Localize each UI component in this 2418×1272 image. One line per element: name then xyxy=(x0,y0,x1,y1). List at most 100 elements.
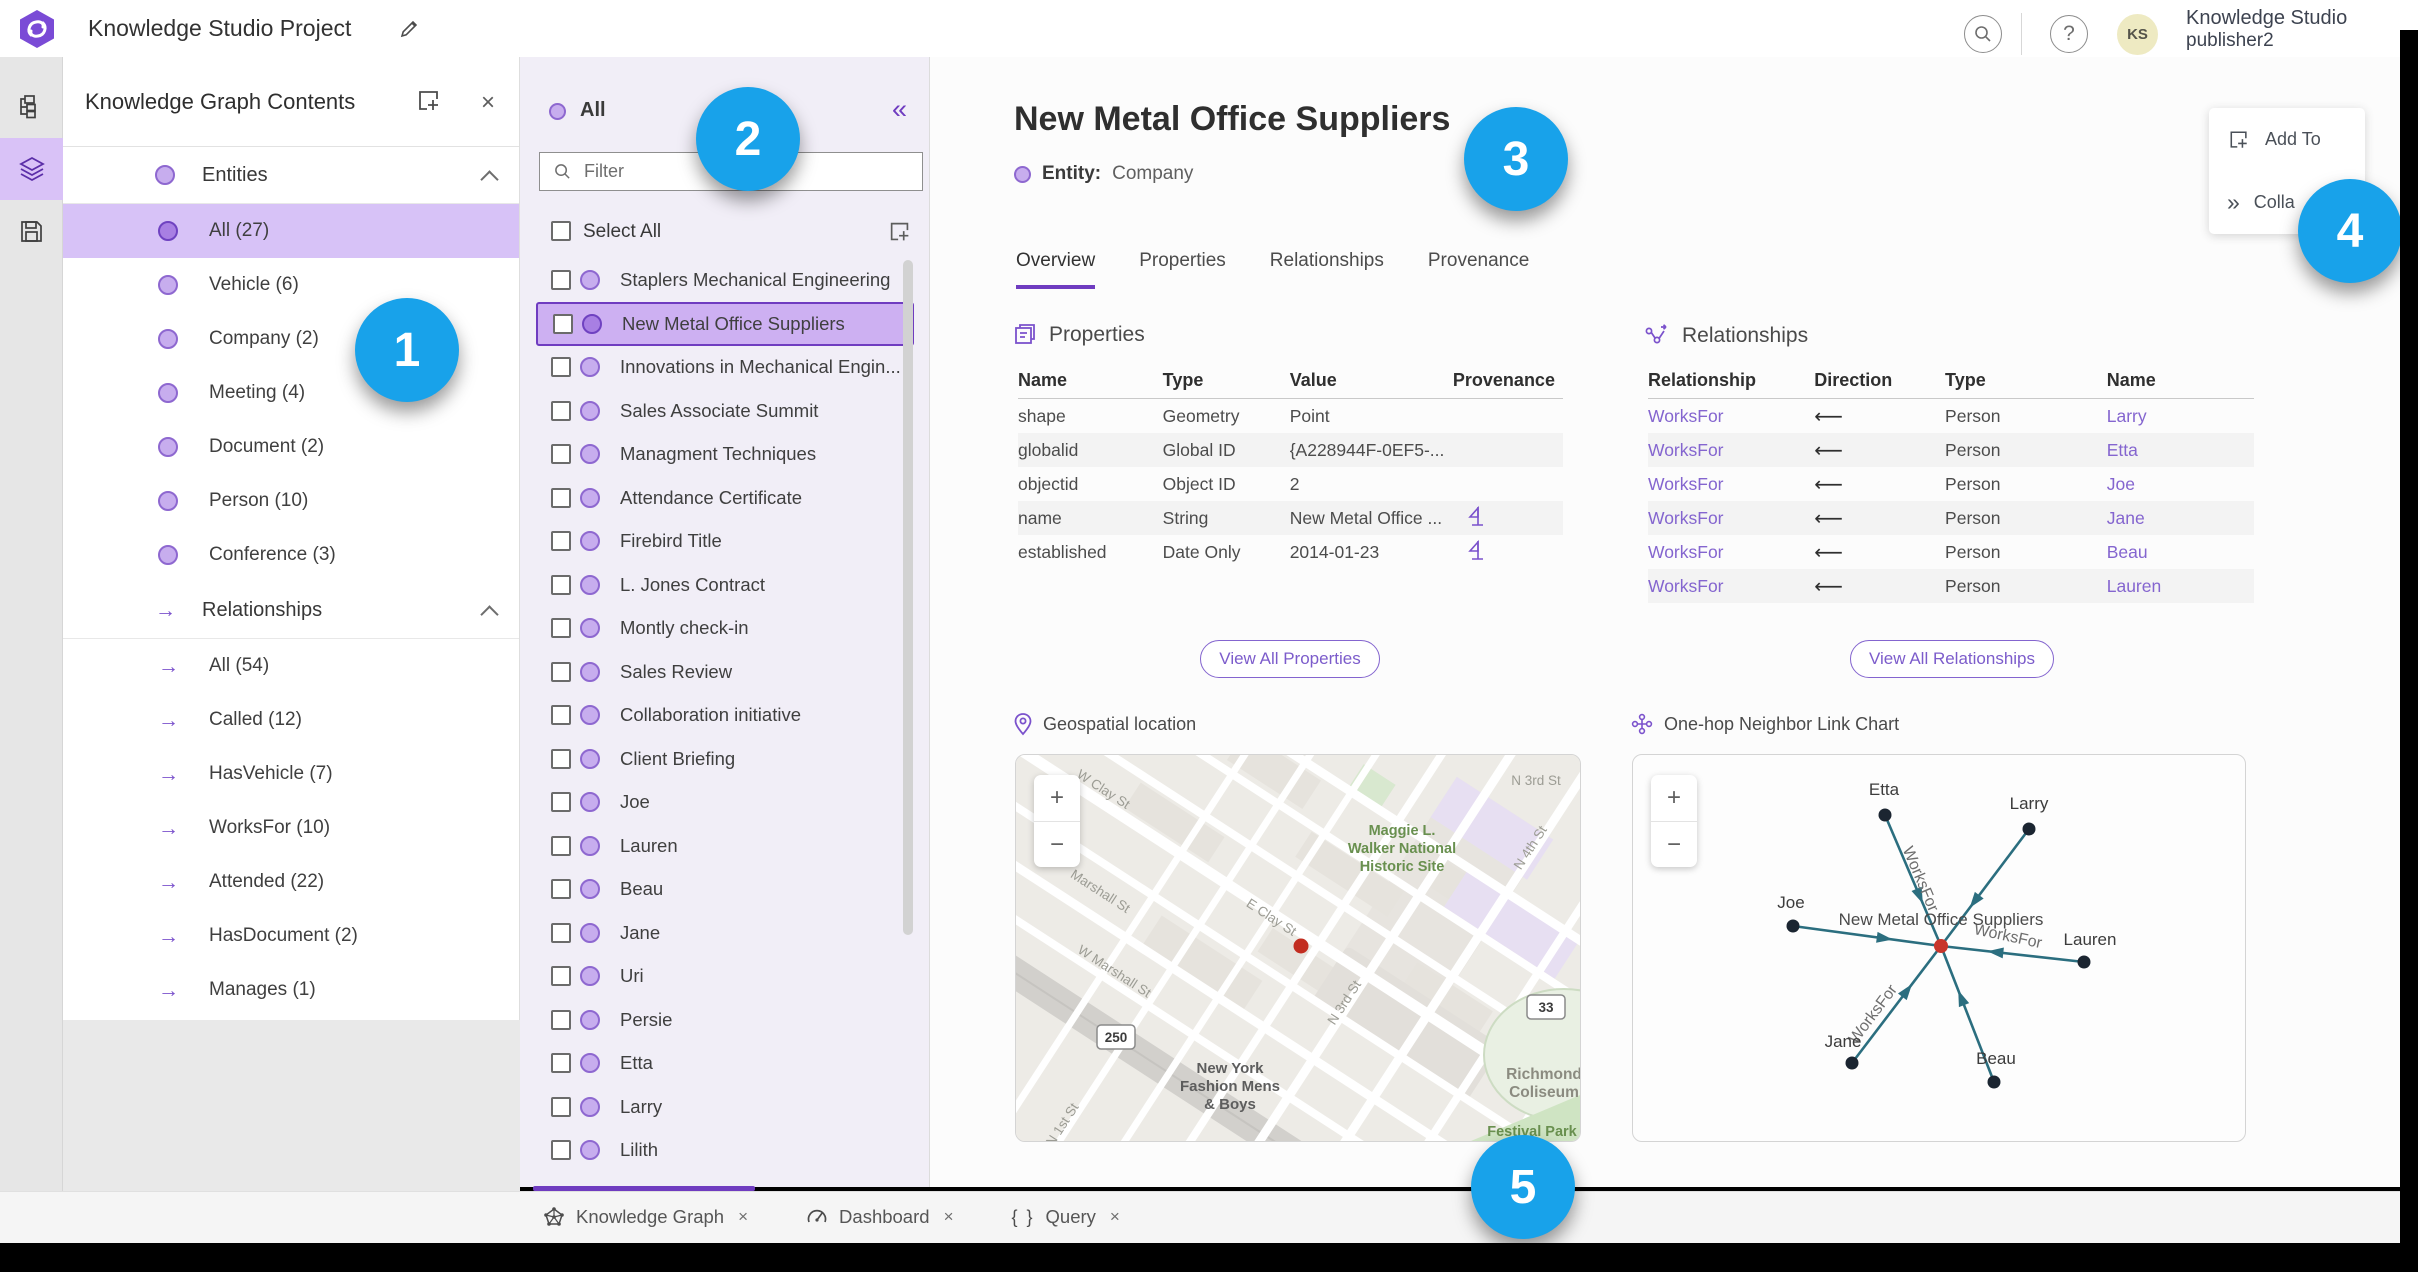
list-scrollbar[interactable] xyxy=(903,260,913,935)
chart-zoom-out-button[interactable]: − xyxy=(1651,822,1697,868)
list-item-managment-techniques[interactable]: Managment Techniques xyxy=(536,432,914,476)
rail-item-contents-active[interactable] xyxy=(0,138,63,200)
tab-relationships[interactable]: Relationships xyxy=(1270,250,1384,289)
list-item-collaboration-initiative[interactable]: Collaboration initiative xyxy=(536,693,914,737)
view-all-properties-button[interactable]: View All Properties xyxy=(1200,640,1380,678)
relationship-link[interactable]: WorksFor xyxy=(1648,433,1815,467)
relationship-link[interactable]: WorksFor xyxy=(1648,501,1815,535)
relationship-link[interactable]: WorksFor xyxy=(1648,467,1814,501)
close-tab-icon[interactable]: × xyxy=(944,1207,954,1227)
item-checkbox[interactable] xyxy=(551,662,571,682)
select-all-checkbox[interactable] xyxy=(551,221,571,241)
list-item-new-metal-office-suppliers[interactable]: New Metal Office Suppliers xyxy=(536,302,914,346)
list-item-larry[interactable]: Larry xyxy=(536,1085,914,1129)
node-center[interactable] xyxy=(1934,939,1948,953)
chevron-up-icon[interactable] xyxy=(480,605,499,624)
item-checkbox[interactable] xyxy=(551,966,571,986)
list-item-etta[interactable]: Etta xyxy=(536,1041,914,1085)
item-checkbox[interactable] xyxy=(551,357,571,377)
tab-overview[interactable]: Overview xyxy=(1016,250,1096,289)
chevron-up-icon[interactable] xyxy=(480,170,499,189)
map-zoom-out-button[interactable]: − xyxy=(1034,822,1080,868)
list-item-client-briefing[interactable]: Client Briefing xyxy=(536,737,914,781)
list-item-innovations-in-mechanical-engin-[interactable]: Innovations in Mechanical Engin... xyxy=(536,345,914,389)
relationship-link[interactable]: WorksFor xyxy=(1648,535,1814,569)
contents-item-document-2-[interactable]: Document (2) xyxy=(63,420,519,474)
close-tab-icon[interactable]: × xyxy=(1110,1207,1120,1227)
list-item-l-jones-contract[interactable]: L. Jones Contract xyxy=(536,563,914,607)
contents-item-vehicle-6-[interactable]: Vehicle (6) xyxy=(63,258,519,312)
contents-item-person-10-[interactable]: Person (10) xyxy=(63,474,519,528)
item-checkbox[interactable] xyxy=(551,488,571,508)
item-checkbox[interactable] xyxy=(551,1010,571,1030)
relationship-link[interactable]: WorksFor xyxy=(1648,399,1814,434)
node-lauren[interactable] xyxy=(2077,955,2091,969)
related-name-link[interactable]: Larry xyxy=(2107,399,2254,434)
list-item-jane[interactable]: Jane xyxy=(536,911,914,955)
search-button[interactable] xyxy=(1964,15,2002,53)
list-item-staplers-mechanical-engineering[interactable]: Staplers Mechanical Engineering xyxy=(536,258,914,302)
list-item-persie[interactable]: Persie xyxy=(536,998,914,1042)
item-checkbox[interactable] xyxy=(551,1097,571,1117)
help-button[interactable]: ? xyxy=(2050,15,2088,53)
related-name-link[interactable]: Jane xyxy=(2106,501,2254,535)
node-jane[interactable] xyxy=(1845,1056,1859,1070)
item-checkbox[interactable] xyxy=(551,270,571,290)
add-to-button[interactable]: Add To xyxy=(2209,108,2365,171)
rail-item-save[interactable] xyxy=(0,200,63,262)
item-checkbox[interactable] xyxy=(551,923,571,943)
item-checkbox[interactable] xyxy=(553,314,573,334)
node-joe[interactable] xyxy=(1786,919,1800,933)
list-item-firebird-title[interactable]: Firebird Title xyxy=(536,519,914,563)
list-item-sales-associate-summit[interactable]: Sales Associate Summit xyxy=(536,389,914,433)
close-panel-icon[interactable]: × xyxy=(481,89,495,117)
chart-zoom-in-button[interactable]: + xyxy=(1651,775,1697,822)
list-item-joe[interactable]: Joe xyxy=(536,780,914,824)
rail-item-data-model[interactable] xyxy=(0,76,63,138)
bottom-tab-knowledge-graph[interactable]: Knowledge Graph × xyxy=(543,1206,748,1228)
one-hop-link-chart[interactable]: WorksFor WorksFor WorksFor Etta Larry Joe Laur… xyxy=(1632,754,2246,1142)
item-checkbox[interactable] xyxy=(551,792,571,812)
list-item-uri[interactable]: Uri xyxy=(536,954,914,998)
close-tab-icon[interactable]: × xyxy=(738,1207,748,1227)
contents-item-hasdocument-2-[interactable]: → HasDocument (2) xyxy=(63,909,519,963)
geospatial-map[interactable]: W Clay St Marshall St W Marshall St E Clay … xyxy=(1015,754,1581,1142)
node-etta[interactable] xyxy=(1878,808,1892,822)
item-checkbox[interactable] xyxy=(551,1053,571,1073)
item-checkbox[interactable] xyxy=(551,705,571,725)
related-name-link[interactable]: Beau xyxy=(2107,535,2254,569)
item-checkbox[interactable] xyxy=(551,879,571,899)
contents-item-worksfor-10-[interactable]: → WorksFor (10) xyxy=(63,801,519,855)
section-header-entities[interactable]: Entities xyxy=(63,147,519,204)
item-checkbox[interactable] xyxy=(551,749,571,769)
item-checkbox[interactable] xyxy=(551,1140,571,1160)
contents-item-conference-3-[interactable]: Conference (3) xyxy=(63,528,519,582)
item-checkbox[interactable] xyxy=(551,444,571,464)
item-checkbox[interactable] xyxy=(551,531,571,551)
contents-item-all-54-[interactable]: → All (54) xyxy=(63,639,519,693)
list-item-sales-review[interactable]: Sales Review xyxy=(536,650,914,694)
node-larry[interactable] xyxy=(2022,822,2036,836)
relationship-link[interactable]: WorksFor xyxy=(1648,569,1815,603)
list-item-lilith[interactable]: Lilith xyxy=(536,1128,914,1172)
item-checkbox[interactable] xyxy=(551,401,571,421)
map-zoom-in-button[interactable]: + xyxy=(1034,775,1080,822)
related-name-link[interactable]: Joe xyxy=(2107,467,2254,501)
provenance-flag-icon[interactable] xyxy=(1467,505,1487,527)
edit-title-pencil-icon[interactable] xyxy=(398,18,420,40)
contents-item-attended-22-[interactable]: → Attended (22) xyxy=(63,855,519,909)
tab-properties[interactable]: Properties xyxy=(1139,250,1226,289)
bottom-tab-dashboard[interactable]: Dashboard × xyxy=(806,1206,954,1228)
list-item-lauren[interactable]: Lauren xyxy=(536,824,914,868)
collapse-selector-icon[interactable]: « xyxy=(892,94,907,125)
list-item-montly-check-in[interactable]: Montly check-in xyxy=(536,606,914,650)
avatar[interactable]: KS xyxy=(2117,14,2158,55)
tab-provenance[interactable]: Provenance xyxy=(1428,250,1529,289)
provenance-flag-icon[interactable] xyxy=(1467,539,1487,561)
add-to-new-map-icon[interactable] xyxy=(415,87,443,115)
item-checkbox[interactable] xyxy=(551,836,571,856)
view-all-relationships-button[interactable]: View All Relationships xyxy=(1850,640,2054,678)
item-checkbox[interactable] xyxy=(551,575,571,595)
related-name-link[interactable]: Etta xyxy=(2106,433,2254,467)
list-item-attendance-certificate[interactable]: Attendance Certificate xyxy=(536,476,914,520)
